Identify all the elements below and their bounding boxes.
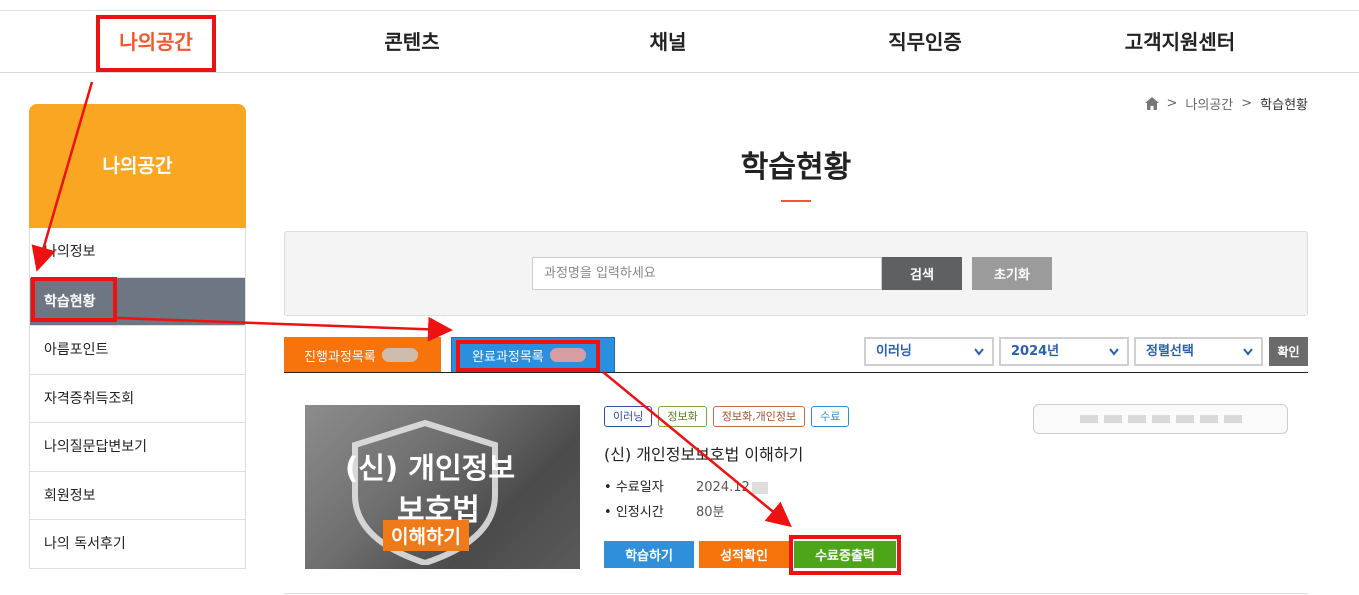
sidebar-item-certificates[interactable]: 자격증취득조회 [30, 373, 245, 423]
grade-button[interactable]: 성적확인 [699, 541, 789, 568]
breadcrumb-sep: > [1166, 96, 1178, 111]
tabs-divider [284, 372, 1308, 373]
title-underline [781, 200, 811, 202]
sidebar-item-book-reviews[interactable]: 나의 독서후기 [30, 519, 245, 568]
page-title: 학습현황 [740, 150, 852, 185]
tag: 정보화,개인정보 [712, 406, 806, 427]
study-button[interactable]: 학습하기 [604, 541, 694, 568]
sidebar-item-qna[interactable]: 나의질문답변보기 [30, 422, 245, 471]
sidebar-title: 나의공간 [29, 104, 246, 228]
type-select[interactable]: 이러닝 [864, 337, 994, 366]
home-icon[interactable] [1144, 97, 1159, 110]
thumbnail-title-line3: 이해하기 [383, 520, 469, 551]
nav-item-job-cert[interactable]: 직무인증 [860, 11, 990, 73]
page-root: 나의공간 콘텐츠 채널 직무인증 고객지원센터 나의공간 나의정보 학습현황 아… [0, 0, 1359, 595]
year-select[interactable]: 2024년 [999, 337, 1129, 366]
info-value: 2024.12 [696, 480, 750, 495]
redacted-box [1033, 404, 1288, 434]
highlight-box [456, 340, 600, 372]
highlight-box [31, 277, 117, 322]
count-badge [381, 348, 418, 362]
sidebar-item-my-info[interactable]: 나의정보 [30, 228, 245, 277]
nav-item-contents[interactable]: 콘텐츠 [352, 11, 472, 73]
breadcrumb-item[interactable]: 나의공간 [1185, 94, 1233, 113]
sort-select-value: 정렬선택 [1146, 344, 1194, 359]
breadcrumb: > 나의공간 > 학습현황 [1144, 94, 1308, 113]
thumbnail-title-line1: (신) 개인정보 [345, 451, 516, 485]
breadcrumb-current: 학습현황 [1260, 98, 1308, 113]
completion-date-row: • 수료일자 2024.12 [604, 476, 768, 495]
year-select-value: 2024년 [1011, 344, 1060, 359]
info-value: 80분 [696, 505, 725, 520]
tag: 수료 [811, 406, 850, 427]
info-label: • 인정시간 [604, 505, 664, 520]
course-title[interactable]: (신) 개인정보보호법 이해하기 [604, 441, 803, 465]
breadcrumb-sep: > [1241, 96, 1253, 111]
search-panel: 검색 초기화 [284, 231, 1308, 316]
reset-button[interactable]: 초기화 [972, 257, 1052, 290]
course-thumbnail[interactable]: (신) 개인정보 보호법 이해하기 [305, 405, 580, 569]
highlight-box [789, 535, 901, 575]
redacted-block [751, 481, 768, 494]
credit-hours-row: • 인정시간 80분 [604, 501, 725, 520]
nav-item-support[interactable]: 고객지원센터 [1110, 11, 1250, 73]
confirm-button[interactable]: 확인 [1269, 337, 1308, 366]
chevron-down-icon [974, 348, 984, 356]
type-select-value: 이러닝 [876, 344, 912, 359]
search-input[interactable] [532, 257, 882, 290]
chevron-down-icon [1109, 348, 1119, 356]
tab-in-progress[interactable]: 진행과정목록 [284, 337, 441, 373]
search-button[interactable]: 검색 [882, 257, 962, 290]
chevron-down-icon [1243, 348, 1253, 356]
course-tags: 이러닝 정보화 정보화,개인정보 수료 [604, 406, 850, 427]
nav-item-channel[interactable]: 채널 [608, 11, 728, 73]
sidebar-item-points[interactable]: 아름포인트 [30, 325, 245, 374]
tab-label: 진행과정목록 [304, 349, 376, 365]
tag: 이러닝 [604, 406, 653, 427]
highlight-box [96, 15, 216, 72]
sort-select[interactable]: 정렬선택 [1134, 337, 1263, 366]
tag: 정보화 [658, 406, 707, 427]
sidebar-item-member-info[interactable]: 회원정보 [30, 470, 245, 520]
info-label: • 수료일자 [604, 480, 664, 495]
card-divider [284, 593, 1308, 594]
